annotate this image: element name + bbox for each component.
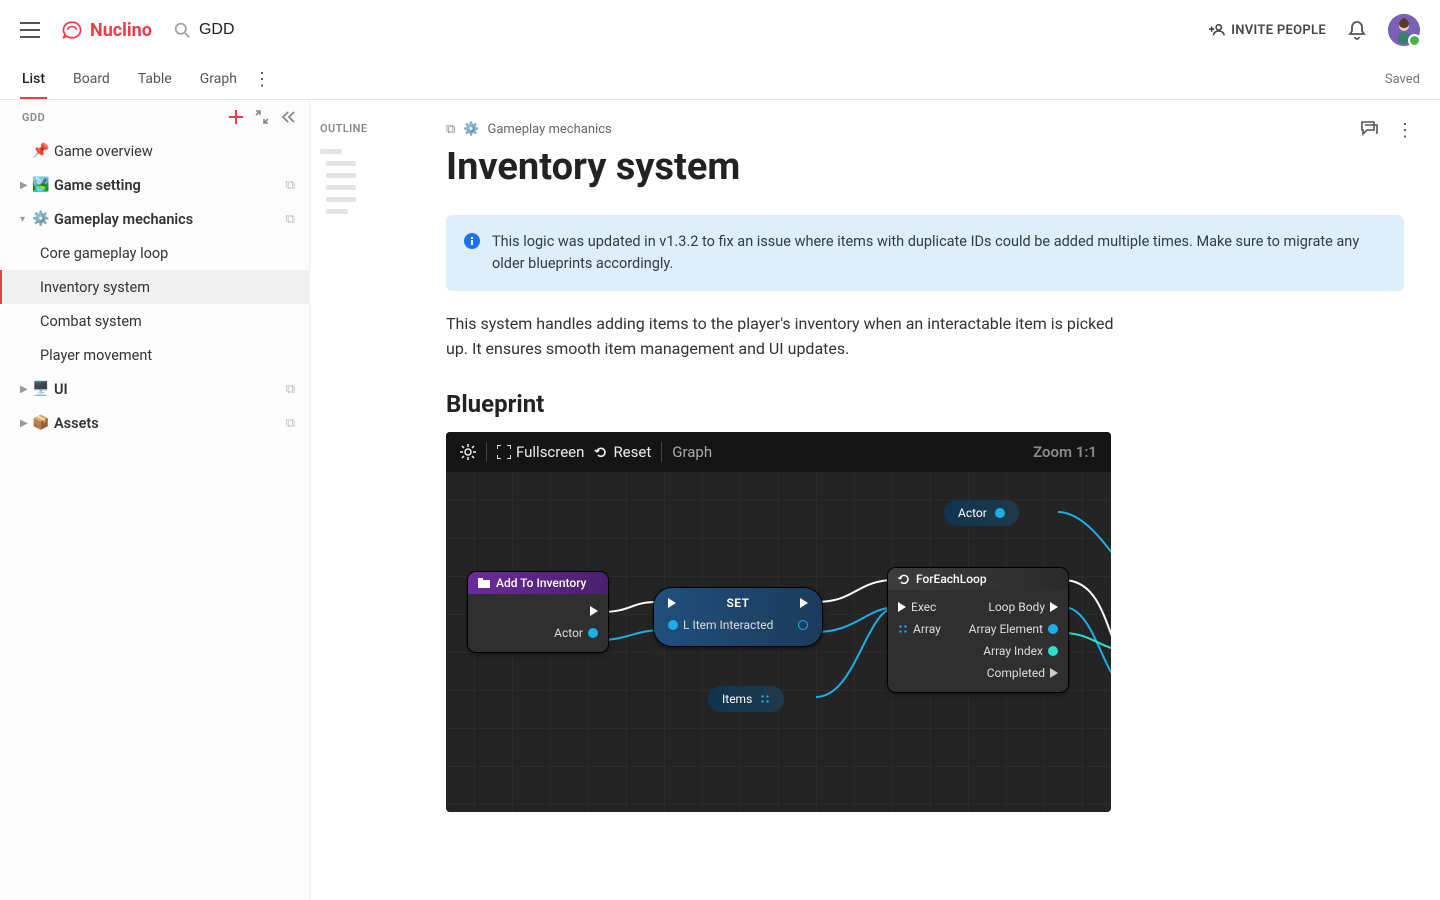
tree-item-assets[interactable]: ▶📦 Assets ⧉	[0, 406, 309, 440]
copy-icon[interactable]: ⧉	[286, 212, 295, 227]
sidebar-expand-button[interactable]	[255, 110, 269, 124]
body-paragraph: This system handles adding items to the …	[446, 311, 1126, 362]
loop-icon	[898, 573, 910, 585]
bp-reset-button[interactable]: Reset	[594, 443, 651, 461]
sidebar-collapse-button[interactable]	[281, 111, 295, 123]
invite-label: INVITE PEOPLE	[1231, 23, 1326, 38]
bp-zoom-label: Zoom 1:1	[1033, 443, 1097, 461]
app-name: Nuclino	[90, 20, 152, 41]
gear-icon: ⚙️	[463, 122, 479, 137]
fullscreen-icon	[497, 445, 511, 459]
bp-settings-button[interactable]	[460, 444, 476, 460]
monitor-icon: 🖥️	[32, 381, 50, 397]
menu-button[interactable]	[12, 12, 48, 48]
app-logo[interactable]: Nuclino	[60, 20, 152, 41]
pin-icon: 📌	[32, 143, 50, 159]
tree-item-gameplay-mechanics[interactable]: ▾⚙️ Gameplay mechanics ⧉	[0, 202, 309, 236]
landscape-icon: 🏞️	[32, 177, 50, 193]
breadcrumb-label: Gameplay mechanics	[487, 122, 611, 137]
bp-node-items-pill[interactable]: Items	[708, 686, 784, 712]
callout-text: This logic was updated in v1.3.2 to fix …	[492, 231, 1386, 275]
search-field[interactable]	[174, 21, 399, 39]
notifications-button[interactable]	[1348, 20, 1366, 40]
document-area: ⋮ ⧉ ⚙️ Gameplay mechanics Inventory syst…	[410, 100, 1440, 900]
bp-mode-label: Graph	[672, 443, 712, 461]
blueprint-embed[interactable]: Fullscreen Reset Graph Zoom 1:1	[446, 432, 1111, 812]
copy-icon[interactable]: ⧉	[286, 178, 295, 193]
copy-icon[interactable]: ⧉	[286, 382, 295, 397]
chevron-down-icon: ▾	[20, 214, 30, 225]
tree-child-combat-system[interactable]: Combat system	[0, 304, 309, 338]
invite-button[interactable]: INVITE PEOPLE	[1209, 23, 1326, 38]
user-avatar[interactable]	[1388, 14, 1420, 46]
sidebar-add-button[interactable]	[229, 110, 243, 124]
info-icon	[464, 233, 480, 275]
outline-panel: OUTLINE	[310, 100, 410, 900]
bp-node-set[interactable]: SET L Item Interacted	[654, 588, 822, 646]
tree-item-game-setting[interactable]: ▶🏞️ Game setting ⧉	[0, 168, 309, 202]
tree-item-game-overview[interactable]: 📌 Game overview	[0, 134, 309, 168]
package-icon: 📦	[32, 415, 50, 431]
tab-list[interactable]: List	[20, 61, 47, 99]
bp-node-foreach[interactable]: ForEachLoop Exec Loop Body Array Array E…	[888, 568, 1068, 692]
reset-icon	[594, 445, 608, 459]
comments-button[interactable]	[1360, 120, 1378, 141]
copy-icon: ⧉	[446, 122, 455, 137]
bp-fullscreen-button[interactable]: Fullscreen	[497, 443, 584, 461]
search-input[interactable]	[199, 21, 399, 39]
folder-icon	[478, 578, 490, 588]
tab-table[interactable]: Table	[136, 61, 174, 99]
breadcrumb[interactable]: ⧉ ⚙️ Gameplay mechanics	[446, 122, 1404, 137]
tabs-more-button[interactable]: ⋮	[253, 69, 271, 90]
outline-title: OUTLINE	[320, 122, 400, 135]
person-add-icon	[1209, 23, 1225, 37]
sidebar-title: GDD	[22, 111, 45, 124]
bp-node-add-to-inventory[interactable]: Add To Inventory Actor	[468, 572, 608, 652]
doc-more-button[interactable]: ⋮	[1396, 120, 1414, 141]
tab-board[interactable]: Board	[71, 61, 112, 99]
chevron-right-icon: ▶	[20, 180, 30, 191]
chevron-right-icon: ▶	[20, 384, 30, 395]
tree-child-core-gameplay[interactable]: Core gameplay loop	[0, 236, 309, 270]
tree-child-player-movement[interactable]: Player movement	[0, 338, 309, 372]
gear-icon: ⚙️	[32, 211, 50, 227]
page-title: Inventory system	[446, 145, 1404, 189]
copy-icon[interactable]: ⧉	[286, 416, 295, 431]
tree-item-ui[interactable]: ▶🖥️ UI ⧉	[0, 372, 309, 406]
outline-minimap[interactable]	[320, 149, 400, 214]
bp-node-actor-pill[interactable]: Actor	[944, 500, 1019, 526]
info-callout: This logic was updated in v1.3.2 to fix …	[446, 215, 1404, 291]
view-tabs: List Board Table Graph	[20, 61, 239, 99]
section-heading: Blueprint	[446, 390, 1404, 418]
sidebar: GDD 📌 Game overview ▶🏞️ Game setting ⧉ ▾…	[0, 100, 310, 900]
tab-graph[interactable]: Graph	[198, 61, 239, 99]
tree-child-inventory-system[interactable]: Inventory system	[0, 270, 309, 304]
save-status: Saved	[1385, 72, 1420, 87]
chevron-right-icon: ▶	[20, 418, 30, 429]
search-icon	[174, 22, 191, 39]
